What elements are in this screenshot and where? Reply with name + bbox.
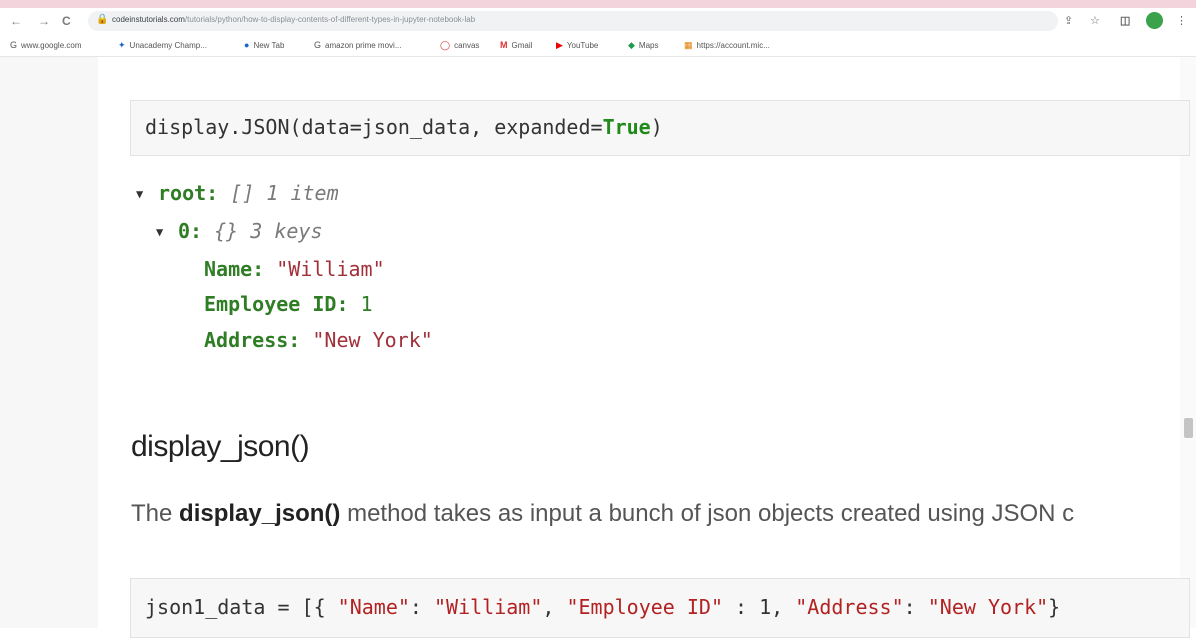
code-text: : bbox=[409, 595, 434, 619]
bookmark-canvas[interactable]: ◯ canvas bbox=[440, 39, 479, 52]
url-text: codeinstutorials.com/tutorials/python/ho… bbox=[112, 15, 475, 24]
json-field-row: Employee ID: 1 bbox=[204, 292, 373, 316]
json-meta: {} 3 keys bbox=[214, 219, 323, 243]
tab-strip bbox=[0, 0, 1196, 8]
lock-icon: 🔒 bbox=[96, 14, 109, 25]
json-field-row: Name: "William" bbox=[204, 257, 385, 281]
json-field-row: Address: "New York" bbox=[204, 328, 433, 352]
code-string: "Name" bbox=[337, 595, 410, 619]
code-string: "New York" bbox=[927, 595, 1049, 619]
forward-icon[interactable]: → bbox=[38, 12, 50, 30]
gmail-icon: M bbox=[500, 40, 508, 50]
maps-icon: ◆ bbox=[628, 40, 635, 50]
caret-down-icon[interactable]: ▼ bbox=[136, 182, 158, 206]
profile-avatar[interactable] bbox=[1146, 12, 1163, 29]
bookmark-unacademy[interactable]: ✦ Unacademy Champ... bbox=[118, 39, 207, 52]
extensions-icon[interactable]: ◫ bbox=[1120, 13, 1130, 29]
bookmark-label: Gmail bbox=[511, 41, 533, 50]
code-block-json1-data: json1_data = [{ "Name": "William", "Empl… bbox=[130, 578, 1190, 638]
json-value: "New York" bbox=[312, 328, 433, 352]
reload-icon[interactable]: C bbox=[62, 12, 71, 30]
code-string: "Employee ID" bbox=[566, 595, 724, 619]
bookmark-google[interactable]: Gwww.google.com bbox=[10, 39, 82, 52]
bookmark-gmail[interactable]: M Gmail bbox=[500, 39, 532, 52]
paragraph-text: The bbox=[131, 500, 180, 527]
bookmark-label: Unacademy Champ... bbox=[129, 41, 207, 50]
menu-icon[interactable]: ⋮ bbox=[1176, 13, 1187, 29]
json-key: Address: bbox=[204, 328, 301, 352]
bookmark-label: amazon prime movi... bbox=[325, 41, 402, 50]
page-left-margin bbox=[0, 57, 98, 628]
bookmark-label: www.google.com bbox=[21, 41, 82, 50]
bookmark-label: New Tab bbox=[253, 41, 285, 50]
json-item-row[interactable]: ▼ 0: {} 3 keys bbox=[156, 219, 323, 244]
json-key: 0: bbox=[178, 219, 203, 243]
bookmark-label: Maps bbox=[638, 41, 659, 50]
json-root-row[interactable]: ▼ root: [] 1 item bbox=[136, 181, 339, 206]
canvas-icon: ◯ bbox=[440, 40, 451, 50]
scrollbar-thumb[interactable] bbox=[1184, 418, 1193, 438]
json-key: Employee ID: bbox=[204, 292, 349, 316]
code-string: "Address" bbox=[795, 595, 904, 619]
code-text: display.JSON(data=json_data, expanded= bbox=[145, 115, 603, 139]
code-text: : 1, bbox=[723, 595, 796, 619]
share-icon[interactable]: ⇪ bbox=[1064, 13, 1073, 29]
json-meta: [] 1 item bbox=[230, 181, 339, 205]
bookmark-new-tab[interactable]: ● New Tab bbox=[244, 39, 284, 52]
bookmark-maps[interactable]: ◆ Maps bbox=[628, 39, 658, 52]
code-keyword: True bbox=[602, 115, 651, 139]
youtube-icon: ▶ bbox=[556, 40, 563, 50]
star-icon[interactable]: ☆ bbox=[1090, 13, 1100, 29]
globe-icon: ● bbox=[244, 40, 250, 50]
microsoft-icon: ▦ bbox=[684, 40, 693, 50]
url-domain: codeinstutorials.com bbox=[112, 15, 185, 24]
url-path: /tutorials/python/how-to-display-content… bbox=[184, 15, 476, 24]
google-icon: G bbox=[10, 40, 18, 50]
bookmark-youtube[interactable]: ▶ YouTube bbox=[556, 39, 598, 52]
bookmark-label: https://account.mic... bbox=[696, 41, 770, 50]
section-paragraph: The display_json() method takes as input… bbox=[131, 500, 1074, 528]
code-line: json1_data = [{ "Name": "William", "Empl… bbox=[145, 595, 1060, 619]
json-value: "William" bbox=[276, 257, 385, 281]
code-string: "William" bbox=[434, 595, 543, 619]
code-text: : bbox=[903, 595, 928, 619]
bookmark-label: YouTube bbox=[566, 41, 599, 50]
bookmark-label: canvas bbox=[454, 41, 480, 50]
caret-down-icon[interactable]: ▼ bbox=[156, 220, 178, 244]
section-heading: display_json() bbox=[131, 430, 310, 463]
json-key: root: bbox=[158, 181, 219, 205]
paragraph-bold: display_json() bbox=[179, 500, 341, 527]
code-text: , bbox=[542, 595, 567, 619]
code-line: display.JSON(data=json_data, expanded=Tr… bbox=[145, 115, 663, 139]
code-text: } bbox=[1048, 595, 1061, 619]
unacademy-icon: ✦ bbox=[118, 40, 126, 50]
back-icon[interactable]: ← bbox=[10, 12, 22, 30]
bookmark-amazon[interactable]: Gamazon prime movi... bbox=[314, 39, 401, 52]
paragraph-text: method takes as input a bunch of json ob… bbox=[340, 500, 1075, 527]
code-text: ) bbox=[650, 115, 663, 139]
json-value: 1 bbox=[360, 292, 373, 316]
code-text: json1_data = [{ bbox=[145, 595, 338, 619]
browser-toolbar: ← → C 🔒 codeinstutorials.com/tutorials/p… bbox=[0, 8, 1196, 34]
bookmarks-bar: Gwww.google.com ✦ Unacademy Champ... ● New… bbox=[0, 34, 1196, 57]
bookmark-microsoft[interactable]: ▦ https://account.mic... bbox=[684, 39, 770, 52]
address-bar[interactable]: 🔒 codeinstutorials.com/tutorials/python/… bbox=[88, 11, 1058, 31]
code-block-display-json: display.JSON(data=json_data, expanded=Tr… bbox=[130, 100, 1190, 156]
json-key: Name: bbox=[204, 257, 265, 281]
google-icon: G bbox=[314, 40, 322, 50]
